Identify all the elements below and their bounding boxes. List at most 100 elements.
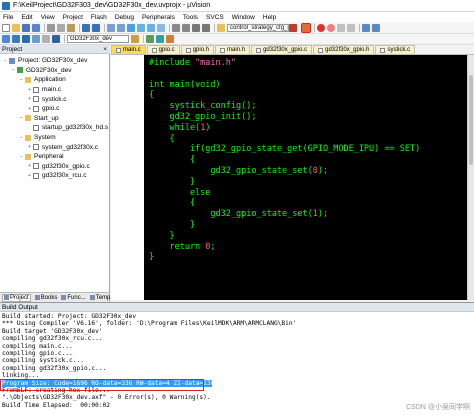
tab-books[interactable]: Books <box>34 295 57 301</box>
tree-item-label: systick.c <box>42 95 67 103</box>
collapse-icon[interactable]: − <box>19 115 24 121</box>
clear-breakpoints-icon[interactable] <box>337 23 345 32</box>
menu-edit[interactable]: Edit <box>21 14 32 21</box>
tree-item-label: gpio.c <box>42 105 60 113</box>
new-file-icon[interactable] <box>2 23 10 32</box>
collapse-icon[interactable]: − <box>11 67 16 73</box>
expand-icon[interactable]: + <box>27 163 32 169</box>
expand-icon[interactable]: + <box>27 96 32 102</box>
build-icon[interactable] <box>12 35 20 43</box>
debug-start-icon[interactable] <box>301 22 311 33</box>
unindent-icon[interactable] <box>182 23 190 32</box>
tab-functions[interactable]: Func... <box>61 295 86 301</box>
bookmark-prev-icon[interactable] <box>137 23 145 32</box>
open-folder-icon[interactable] <box>12 23 20 32</box>
pack-installer-icon[interactable] <box>166 35 174 43</box>
project-panel-title: Project <box>2 45 23 53</box>
nav-forward-icon[interactable] <box>117 23 125 32</box>
editor-tab[interactable]: gpio.c <box>146 45 180 54</box>
menu-project[interactable]: Project <box>63 14 83 21</box>
manage-project-icon[interactable] <box>146 35 154 43</box>
expand-icon[interactable]: + <box>27 87 32 93</box>
cut-icon[interactable] <box>47 23 55 32</box>
tree-item[interactable]: − GD32F30x_dev <box>0 66 109 76</box>
tree-item[interactable]: + gd32f30x_gpio.c <box>0 162 109 172</box>
editor-tab[interactable]: main.c <box>111 45 146 54</box>
tree-item[interactable]: − Peripheral <box>0 152 109 162</box>
comment-icon[interactable] <box>192 23 200 32</box>
indent-icon[interactable] <box>172 23 180 32</box>
target-select[interactable]: GD32F30x_dev <box>67 35 129 43</box>
collapse-icon[interactable]: − <box>19 135 24 141</box>
bookmark-next-icon[interactable] <box>147 23 155 32</box>
editor-tab[interactable]: gd32f30x_gpio.c <box>251 45 313 54</box>
tree-item[interactable]: + gd32f30x_rcu.c <box>0 171 109 181</box>
menu-window[interactable]: Window <box>232 14 255 21</box>
menu-view[interactable]: View <box>41 14 55 21</box>
manage-rte-icon[interactable] <box>156 35 164 43</box>
copy-icon[interactable] <box>57 23 65 32</box>
build-output-header: Build Output <box>0 303 474 312</box>
menu-flash[interactable]: Flash <box>91 14 107 21</box>
tree-item[interactable]: − Start_up <box>0 114 109 124</box>
tree-item[interactable]: + system_gd32f30x.c <box>0 142 109 152</box>
translate-icon[interactable] <box>2 35 10 43</box>
save-all-icon[interactable] <box>32 23 40 32</box>
expand-icon[interactable]: + <box>27 144 32 150</box>
save-icon[interactable] <box>22 23 30 32</box>
undo-icon[interactable] <box>82 23 90 32</box>
kill-breakpoints-icon[interactable] <box>347 23 355 32</box>
close-icon[interactable]: × <box>103 46 107 53</box>
tree-item[interactable]: + main.c <box>0 85 109 95</box>
find-in-files-icon[interactable] <box>217 23 225 32</box>
menu-svcs[interactable]: SVCS <box>206 14 224 21</box>
code-editor[interactable]: #include "main.h" int main(void){ systick… <box>144 55 468 300</box>
menu-peripherals[interactable]: Peripherals <box>142 14 175 21</box>
editor-tabs: main.c gpio.c gpio.h main.h gd32f30x_gpio.c g… <box>111 45 474 55</box>
tree-item[interactable]: + systick.c <box>0 94 109 104</box>
batch-build-icon[interactable] <box>32 35 40 43</box>
collapse-icon[interactable]: − <box>19 154 24 160</box>
tree-item[interactable]: + gpio.c <box>0 104 109 114</box>
editor-tab[interactable]: gpio.h <box>180 45 215 54</box>
configure-icon[interactable] <box>372 23 380 32</box>
clear-bookmarks-icon[interactable] <box>157 23 165 32</box>
nav-back-icon[interactable] <box>107 23 115 32</box>
incremental-find-icon[interactable] <box>289 23 297 32</box>
window-layout-icon[interactable] <box>362 23 370 32</box>
menu-file[interactable]: File <box>3 14 13 21</box>
expand-icon[interactable]: + <box>27 106 32 112</box>
collapse-icon[interactable]: − <box>19 77 24 83</box>
rebuild-icon[interactable] <box>22 35 30 43</box>
paste-icon[interactable] <box>67 23 75 32</box>
stop-build-icon[interactable] <box>42 35 50 43</box>
target-options-icon[interactable] <box>131 35 139 43</box>
find-combo[interactable]: control_strategy_cfg_m <box>227 23 289 32</box>
editor-tab[interactable]: main.h <box>215 45 251 54</box>
build-output-line: compiling gd32f30x_gpio.c... <box>2 364 107 372</box>
menu-help[interactable]: Help <box>263 14 276 21</box>
build-output[interactable]: Build started: Project: GD32F30x_dev *** … <box>0 312 474 415</box>
expand-icon[interactable]: + <box>27 173 32 179</box>
uncomment-icon[interactable] <box>202 23 210 32</box>
tree-item[interactable]: − System <box>0 133 109 143</box>
bookmark-icon[interactable] <box>127 23 135 32</box>
tree-item[interactable]: − Project: GD32F30x_dev <box>0 56 109 66</box>
editor-tab[interactable]: systick.c <box>375 45 416 54</box>
tree-item[interactable]: − Application <box>0 75 109 85</box>
code-line: { <box>149 134 468 145</box>
tree-item-label: system_gd32f30x.c <box>42 143 99 151</box>
redo-icon[interactable] <box>92 23 100 32</box>
disable-breakpoint-icon[interactable] <box>327 23 335 32</box>
menu-debug[interactable]: Debug <box>115 14 134 21</box>
download-icon[interactable] <box>52 35 60 43</box>
editor-scrollbar[interactable] <box>467 55 474 300</box>
menu-tools[interactable]: Tools <box>183 14 198 21</box>
tree-item[interactable]: startup_gd32f30x_hd.s <box>0 123 109 133</box>
breakpoint-icon[interactable] <box>317 23 325 32</box>
tab-project[interactable]: Project <box>2 293 31 302</box>
scrollbar-thumb[interactable] <box>469 75 473 165</box>
editor-tab[interactable]: gd32f30x_gpio.h <box>313 45 375 54</box>
collapse-icon[interactable]: − <box>3 58 8 64</box>
code-line: while(1) <box>149 123 468 134</box>
